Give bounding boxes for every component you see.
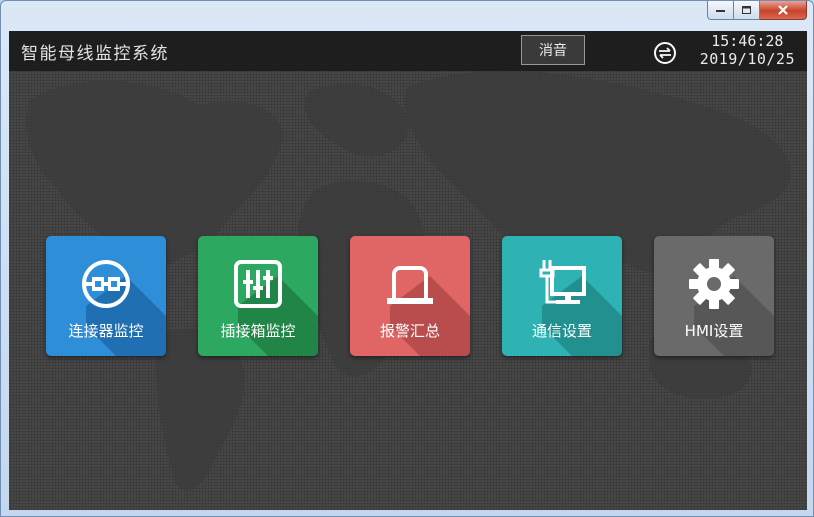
tile-label: HMI设置 xyxy=(684,322,744,340)
tile-alarm-summary[interactable]: 报警汇总 xyxy=(350,236,470,356)
mute-button[interactable]: 消音 xyxy=(521,35,585,65)
tile-plugbox-monitor[interactable]: 插接箱监控 xyxy=(198,236,318,356)
connection-status-icon[interactable] xyxy=(653,41,677,65)
hmi-screen: 智能母线监控系统 消音 15:46:28 2019/10/25 连接器监控 插接… xyxy=(9,31,807,510)
maximize-button[interactable] xyxy=(734,1,760,20)
window-controls xyxy=(707,1,807,20)
tile-hmi-settings[interactable]: HMI设置 xyxy=(654,236,774,356)
close-icon xyxy=(778,5,788,15)
time-display: 15:46:28 xyxy=(711,32,784,50)
date-display: 2019/10/25 xyxy=(699,50,795,68)
close-button[interactable] xyxy=(760,1,807,20)
app-window: 智能母线监控系统 消音 15:46:28 2019/10/25 连接器监控 插接… xyxy=(0,0,814,517)
gear-icon xyxy=(689,259,739,309)
plug-box-icon xyxy=(234,260,282,308)
tile-label: 插接箱监控 xyxy=(220,322,296,340)
tile-label: 报警汇总 xyxy=(379,322,440,340)
tile-label: 连接器监控 xyxy=(68,322,144,340)
network-monitor-icon xyxy=(539,260,586,304)
clock: 15:46:28 2019/10/25 xyxy=(700,32,795,68)
maximize-icon xyxy=(741,5,751,14)
tile-communication-settings[interactable]: 通信设置 xyxy=(502,236,622,356)
tile-connector-monitor[interactable]: 连接器监控 xyxy=(46,236,166,356)
top-bar: 智能母线监控系统 消音 15:46:28 2019/10/25 xyxy=(9,31,807,71)
connector-plug-icon xyxy=(82,260,130,308)
minimize-button[interactable] xyxy=(707,1,734,20)
app-title: 智能母线监控系统 xyxy=(21,44,169,64)
tile-label: 通信设置 xyxy=(531,322,592,340)
minimize-icon xyxy=(715,10,725,12)
alarm-lamp-icon xyxy=(387,266,433,304)
